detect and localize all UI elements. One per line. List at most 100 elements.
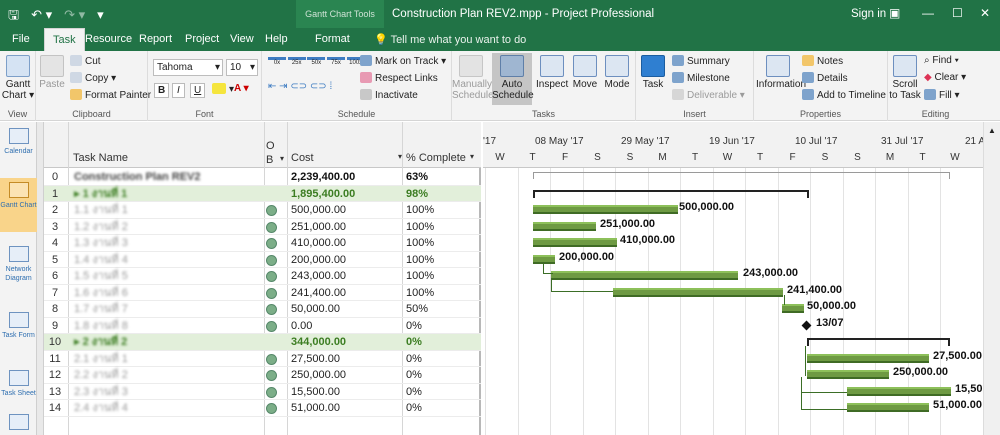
dependency-link[interactable] [805, 346, 806, 376]
task-bar[interactable] [847, 403, 929, 412]
underline-button[interactable]: U [190, 83, 206, 98]
task-bar[interactable] [533, 254, 555, 264]
indent-icon[interactable]: ⇤ [268, 81, 279, 92]
task-bar[interactable] [613, 287, 783, 297]
add-to-timeline-button[interactable]: Add to Timeline [802, 89, 886, 101]
tell-me-box[interactable]: 💡 Tell me what you want to do [374, 33, 526, 46]
italic-button[interactable]: I [172, 83, 185, 98]
view-more[interactable] [0, 414, 37, 432]
header-indicators-2[interactable]: B [266, 154, 273, 166]
format-painter-button[interactable]: Format Painter [70, 89, 151, 101]
information-button[interactable]: Information [756, 55, 806, 90]
table-row[interactable]: 11 2.1 งานที่ 1 27,500.00 0% [44, 351, 481, 367]
task-bar[interactable] [533, 221, 596, 231]
task-bar[interactable] [847, 386, 951, 396]
summary-bar[interactable] [533, 189, 809, 198]
redo-icon[interactable]: ↷ ▾ [64, 7, 85, 22]
view-gantt-chart[interactable]: Gantt Chart [0, 178, 37, 232]
task-insert-button[interactable]: Task [638, 55, 668, 90]
cost-cell[interactable]: 344,000.00 [291, 334, 401, 350]
close-button[interactable]: ✕ [980, 6, 990, 20]
tab-format[interactable]: Format [315, 33, 350, 45]
mark-on-track-button[interactable]: Mark on Track ▾ [360, 55, 446, 67]
bold-button[interactable]: B [154, 83, 170, 98]
task-bar[interactable] [782, 304, 804, 313]
details-button[interactable]: Details [802, 72, 848, 84]
cost-cell[interactable]: 500,000.00 [291, 202, 401, 218]
tab-project[interactable]: Project [185, 33, 219, 45]
copy-button[interactable]: Copy ▾ [70, 72, 116, 84]
project-summary-bar[interactable] [533, 172, 950, 179]
vertical-scrollbar[interactable]: ▲ [983, 122, 1000, 435]
cost-cell[interactable]: 251,000.00 [291, 219, 401, 235]
chevron-down-icon[interactable]: ▾ [470, 152, 474, 161]
dependency-link[interactable] [781, 294, 785, 305]
header-indicators-1[interactable]: O [266, 140, 275, 152]
pct-complete-cell[interactable]: 50% [406, 301, 480, 317]
cost-cell[interactable]: 50,000.00 [291, 301, 401, 317]
table-row[interactable]: 2 1.1 งานที่ 1 500,000.00 100% [44, 202, 481, 219]
pct-complete-cell[interactable]: 100% [406, 285, 480, 301]
task-bar[interactable] [533, 205, 678, 214]
pct-complete-cell[interactable]: 0% [406, 318, 480, 334]
task-name-cell[interactable]: 1.6 งานที่ 6 [74, 285, 264, 301]
cut-button[interactable]: Cut [70, 55, 101, 67]
pct-complete-cell[interactable]: 63% [406, 169, 480, 185]
link-icon[interactable]: ⊂⊃ [290, 81, 310, 92]
table-row[interactable]: 9 1.8 งานที่ 8 0.00 0% [44, 318, 481, 334]
cost-cell[interactable]: 0.00 [291, 318, 401, 334]
font-size-select[interactable]: 10 ▾ [226, 59, 258, 76]
unlink-icon[interactable]: ⊂⊃ [310, 81, 330, 92]
task-bar[interactable] [551, 271, 738, 280]
table-row[interactable]: 8 1.7 งานที่ 7 50,000.00 50% [44, 301, 481, 318]
task-name-cell[interactable]: 1.2 งานที่ 2 [74, 219, 264, 235]
pct-complete-cell[interactable]: 98% [406, 186, 480, 202]
undo-icon[interactable]: ↶ ▾ [31, 7, 52, 22]
task-name-cell[interactable]: 2.3 งานที่ 3 [74, 384, 264, 400]
font-name-select[interactable]: Tahoma ▾ [153, 59, 223, 76]
clear-button[interactable]: ◆ Clear ▾ [924, 72, 966, 83]
pct-complete-cell[interactable]: 100% [406, 202, 480, 218]
tab-file[interactable]: File [12, 33, 30, 45]
fill-button[interactable]: Fill ▾ [924, 89, 960, 101]
pct-25-icon[interactable]: 25x [287, 57, 306, 66]
pct-75-icon[interactable]: 75x [327, 57, 346, 66]
cost-cell[interactable]: 2,239,400.00 [291, 169, 401, 185]
customize-icon[interactable]: ▾ [97, 7, 104, 22]
dependency-link[interactable] [801, 377, 847, 410]
task-name-cell[interactable]: 1.4 งานที่ 4 [74, 252, 264, 268]
deliverable-button[interactable]: Deliverable ▾ [672, 89, 745, 101]
header-task-name[interactable]: Task Name [73, 152, 128, 164]
find-button[interactable]: ⌕ Find ▾ [924, 55, 959, 66]
task-name-cell[interactable]: Construction Plan REV2 [74, 169, 264, 185]
pct-complete-cell[interactable]: 100% [406, 235, 480, 251]
pct-complete-cell[interactable]: 100% [406, 252, 480, 268]
pct-0-icon[interactable]: 0x [268, 57, 286, 66]
maximize-button[interactable]: ☐ [952, 6, 963, 20]
tab-view[interactable]: View [230, 33, 254, 45]
task-name-cell[interactable]: ▸ 2 งานที่ 2 [74, 334, 264, 350]
task-bar[interactable] [807, 353, 929, 363]
highlight-color-button[interactable]: ▾ [212, 83, 234, 95]
pct-50-icon[interactable]: 50x [307, 57, 326, 66]
ribbon-display-icon[interactable]: ▣ [889, 6, 900, 20]
tab-resource[interactable]: Resource [85, 33, 132, 45]
chevron-down-icon[interactable]: ▾ [280, 154, 284, 163]
cost-cell[interactable]: 15,500.00 [291, 384, 401, 400]
view-task-form[interactable]: Task Form [0, 312, 37, 352]
cost-cell[interactable]: 200,000.00 [291, 252, 401, 268]
milestone-button[interactable]: Milestone [672, 72, 730, 84]
tab-help[interactable]: Help [265, 33, 288, 45]
task-name-cell[interactable]: 1.3 งานที่ 3 [74, 235, 264, 251]
task-name-cell[interactable]: 1.5 งานที่ 5 [74, 268, 264, 284]
pct-complete-cell[interactable]: 0% [406, 334, 480, 350]
mode-button[interactable]: Mode [602, 55, 632, 90]
move-button[interactable]: Move [570, 55, 600, 90]
respect-links-button[interactable]: Respect Links [360, 72, 438, 84]
cost-cell[interactable]: 1,895,400.00 [291, 186, 401, 202]
link-tools[interactable]: ⇤ ⇥ ⊂⊃ ⊂⊃ ⁞ [268, 81, 332, 92]
header-cost[interactable]: Cost [291, 152, 314, 164]
task-name-cell[interactable]: 1.7 งานที่ 7 [74, 301, 264, 317]
task-name-cell[interactable]: 1.8 งานที่ 8 [74, 318, 264, 334]
cost-cell[interactable]: 250,000.00 [291, 367, 401, 383]
